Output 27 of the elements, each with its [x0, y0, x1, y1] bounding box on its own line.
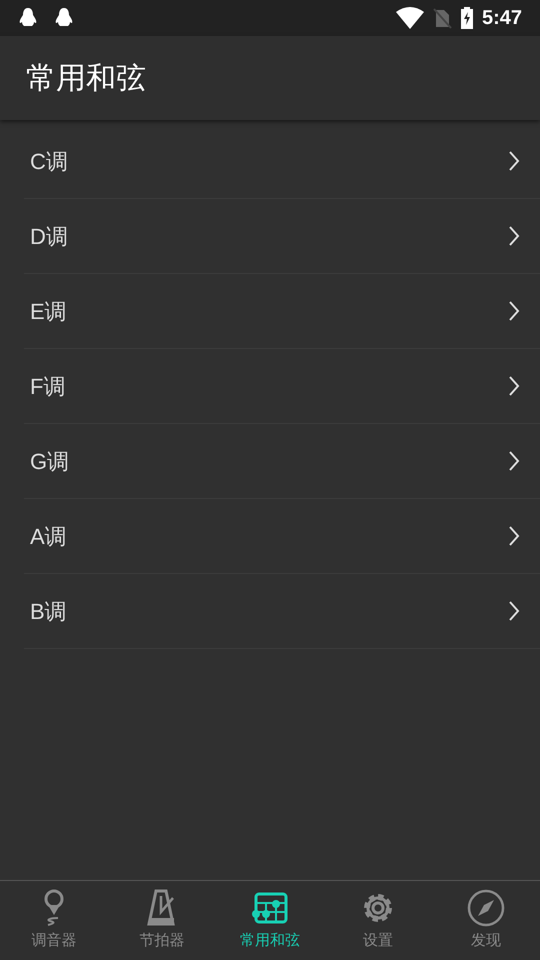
- battery-icon: [460, 7, 474, 29]
- chevron-right-icon: [508, 526, 520, 546]
- key-list-item[interactable]: C调: [24, 124, 540, 199]
- wifi-icon: [396, 7, 424, 29]
- nav-tab[interactable]: 设置: [324, 881, 432, 960]
- chevron-right-icon: [508, 151, 520, 171]
- no-sim-icon: [432, 7, 452, 29]
- chevron-right-icon: [508, 376, 520, 396]
- nav-tab[interactable]: 发现: [432, 881, 540, 960]
- key-list-item[interactable]: D调: [24, 199, 540, 274]
- penguin-icon: [54, 7, 74, 29]
- chevron-right-icon: [508, 301, 520, 321]
- key-list-item[interactable]: A调: [24, 499, 540, 574]
- compass-icon: [466, 888, 506, 928]
- key-list-item[interactable]: E调: [24, 274, 540, 349]
- page-title: 常用和弦: [26, 60, 146, 96]
- chevron-right-icon: [508, 451, 520, 471]
- chevron-right-icon: [508, 601, 520, 621]
- clock-time: 5:47: [482, 6, 522, 31]
- nav-tab[interactable]: 常用和弦: [216, 881, 324, 960]
- penguin-icon: [18, 7, 38, 29]
- key-list-item[interactable]: B调: [24, 574, 540, 649]
- nav-tab[interactable]: 节拍器: [108, 881, 216, 960]
- key-list-item[interactable]: G调: [24, 424, 540, 499]
- chevron-right-icon: [508, 226, 520, 246]
- key-list-item[interactable]: F调: [24, 349, 540, 424]
- nav-tab[interactable]: 调音器: [0, 881, 108, 960]
